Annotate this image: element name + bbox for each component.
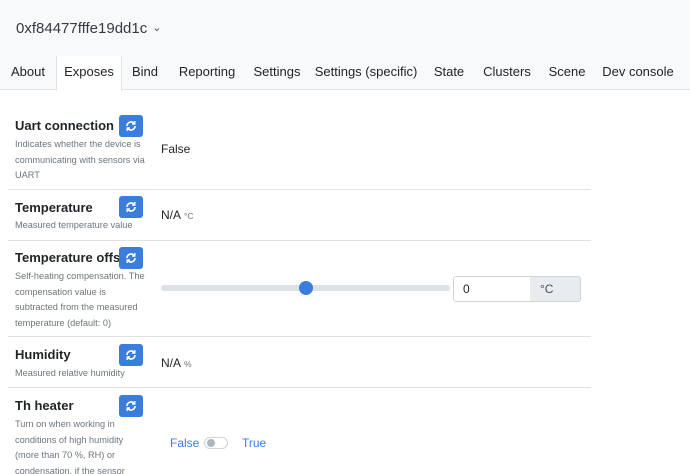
uart-connection-value: False xyxy=(161,142,191,156)
tab-exposes[interactable]: Exposes xyxy=(56,56,122,91)
temperature-offset-title: Temperature offset xyxy=(15,250,132,265)
device-id: 0xf84477fffe19dd1c xyxy=(16,20,148,37)
humidity-unit: % xyxy=(184,359,192,369)
expose-row-th-heater: Th heater Turn on when working in condit… xyxy=(8,388,591,474)
tab-settings-specific[interactable]: Settings (specific) xyxy=(308,56,424,90)
switch-knob xyxy=(207,439,215,447)
humidity-value-group: N/A% xyxy=(161,356,192,370)
refresh-icon xyxy=(126,202,136,212)
refresh-icon xyxy=(126,401,136,411)
temperature-offset-input[interactable]: 0 xyxy=(453,276,531,302)
tab-settings[interactable]: Settings xyxy=(246,56,308,90)
refresh-button[interactable] xyxy=(119,115,143,137)
refresh-button[interactable] xyxy=(119,196,143,218)
expose-row-humidity: Humidity Measured relative humidity N/A% xyxy=(8,337,591,388)
temperature-description: Measured temperature value xyxy=(15,220,133,230)
th-heater-description: Turn on when working in conditions of hi… xyxy=(15,419,125,474)
th-heater-title: Th heater xyxy=(15,398,74,413)
humidity-title: Humidity xyxy=(15,347,71,362)
tab-bar: About Exposes Bind Reporting Settings Se… xyxy=(0,56,690,91)
temperature-title: Temperature xyxy=(15,200,93,215)
tab-reporting[interactable]: Reporting xyxy=(168,56,246,90)
tab-dev-console[interactable]: Dev console xyxy=(594,56,682,90)
temperature-offset-unit: °C xyxy=(530,276,581,302)
th-heater-false-option[interactable]: False xyxy=(170,436,199,450)
refresh-icon xyxy=(126,350,136,360)
refresh-button[interactable] xyxy=(119,344,143,366)
temperature-unit: °C xyxy=(184,211,194,221)
th-heater-true-option[interactable]: True xyxy=(242,436,266,450)
expose-row-uart-connection: Uart connection Indicates whether the de… xyxy=(8,109,591,190)
refresh-icon xyxy=(126,253,136,263)
refresh-button[interactable] xyxy=(119,395,143,417)
slider-thumb[interactable] xyxy=(298,281,313,295)
tab-about[interactable]: About xyxy=(0,56,56,90)
chevron-down-icon: ⌄ xyxy=(152,22,162,34)
temperature-offset-description: Self-heating compensation. The compensat… xyxy=(15,271,145,328)
refresh-icon xyxy=(126,121,136,131)
th-heater-switch[interactable] xyxy=(204,437,228,449)
device-header: 0xf84477fffe19dd1c ⌄ xyxy=(0,0,690,56)
uart-connection-title: Uart connection xyxy=(15,118,114,133)
tab-bind[interactable]: Bind xyxy=(122,56,168,90)
tab-state[interactable]: State xyxy=(424,56,474,90)
humidity-description: Measured relative humidity xyxy=(15,368,125,378)
tab-clusters[interactable]: Clusters xyxy=(474,56,540,90)
device-selector[interactable]: 0xf84477fffe19dd1c ⌄ xyxy=(16,20,161,37)
expose-row-temperature-offset: Temperature offset Self-heating compensa… xyxy=(8,241,591,337)
temperature-value: N/A xyxy=(161,208,182,222)
uart-connection-description: Indicates whether the device is communic… xyxy=(15,139,145,180)
temperature-offset-slider[interactable] xyxy=(161,281,450,295)
temperature-value-group: N/A °C xyxy=(161,208,194,222)
refresh-button[interactable] xyxy=(119,247,143,269)
tab-scene[interactable]: Scene xyxy=(540,56,594,90)
humidity-value: N/A xyxy=(161,356,182,370)
expose-row-temperature: Temperature Measured temperature value N… xyxy=(8,190,591,241)
slider-fill xyxy=(161,285,306,291)
